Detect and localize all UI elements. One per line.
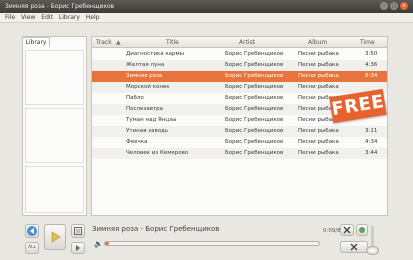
- now-playing-label: Зимняя роза - Борис Гребенщиков: [92, 225, 220, 233]
- window-title: Зимняя роза - Борис Гребенщиков: [5, 3, 115, 10]
- cell-title: Феечка: [126, 139, 148, 145]
- cell-artist: Борис Гребенщиков: [225, 139, 284, 145]
- cell-title: Морской конек: [126, 84, 170, 90]
- cell-time: 3:11: [365, 128, 378, 134]
- play-button[interactable]: [44, 224, 66, 250]
- window-titlebar: Зимняя роза - Борис Гребенщиков – □ ×: [0, 0, 413, 13]
- cell-artist: Борис Гребенщиков: [225, 95, 284, 101]
- cell-artist: Борис Гребенщиков: [225, 62, 284, 68]
- cell-time: 4:34: [365, 139, 378, 145]
- cell-title: Пабло: [126, 95, 144, 101]
- close-icon: [350, 243, 358, 251]
- next-button[interactable]: [71, 242, 85, 254]
- cell-artist: Борис Гребенщиков: [225, 73, 284, 79]
- cell-title: Туман над Янцзы: [126, 117, 177, 123]
- cell-artist: Борис Гребенщиков: [225, 117, 284, 123]
- seek-progress: [105, 242, 110, 245]
- cell-album: Песни рыбака: [298, 128, 339, 134]
- tracklist-table: Track ▲ Title Artist Album Time Диагност…: [91, 36, 388, 216]
- cell-title: Человек из Кемерово: [126, 150, 189, 156]
- close-button[interactable]: ×: [400, 2, 408, 10]
- cell-time: 3:44: [365, 150, 378, 156]
- play-icon: [51, 231, 61, 243]
- table-row[interactable]: Человек из Кемерово Борис Гребенщиков Песн…: [92, 148, 387, 159]
- settings-icon: [359, 227, 365, 233]
- menu-library[interactable]: Library: [59, 13, 80, 22]
- window-controls: – □ ×: [380, 2, 408, 10]
- table-row[interactable]: Желтая луна Борис Гребенщиков Песни рыбака…: [92, 60, 387, 71]
- menu-file[interactable]: File: [5, 13, 15, 22]
- cell-album: Песни рыбака: [298, 150, 339, 156]
- cell-time: 8:34: [365, 73, 378, 79]
- clear-button[interactable]: [340, 224, 354, 236]
- seek-bar[interactable]: [104, 241, 320, 246]
- volume-knob[interactable]: [366, 246, 379, 255]
- minimize-button[interactable]: –: [380, 2, 388, 10]
- repeat-all-button[interactable]: ALL: [25, 242, 39, 254]
- table-header: Track ▲ Title Artist Album Time: [92, 37, 387, 48]
- clear-icon: [343, 226, 351, 234]
- player-bar: ALL Зимняя роза - Борис Гребенщиков 0:09…: [20, 221, 390, 258]
- column-track[interactable]: Track: [96, 37, 112, 48]
- column-time[interactable]: Time: [360, 37, 375, 48]
- playlist-button[interactable]: [71, 224, 85, 238]
- sidebar-section[interactable]: [25, 50, 84, 105]
- cell-artist: Борис Гребенщиков: [225, 106, 284, 112]
- table-row[interactable]: Морской конек Борис Гребенщиков Песни рыба…: [92, 82, 387, 93]
- playlist-icon: [74, 227, 82, 235]
- table-row[interactable]: Утиная заводь Борис Гребенщиков Песни рыба…: [92, 126, 387, 137]
- cell-album: Песни рыбака: [298, 139, 339, 145]
- cell-artist: Борис Гребенщиков: [225, 51, 284, 57]
- cell-time: 4:36: [365, 62, 378, 68]
- cell-artist: Борис Гребенщиков: [225, 128, 284, 134]
- cell-artist: Борис Гребенщиков: [225, 84, 284, 90]
- cell-title: Утиная заводь: [126, 128, 169, 134]
- sidebar-section[interactable]: [25, 108, 84, 163]
- remove-button[interactable]: [340, 241, 368, 253]
- previous-icon: [27, 226, 37, 236]
- cell-album: Песни рыбака: [298, 73, 339, 79]
- cell-album: Песни рыбака: [298, 62, 339, 68]
- maximize-button[interactable]: □: [390, 2, 398, 10]
- column-album[interactable]: Album: [308, 37, 327, 48]
- cell-album: Песни рыбака: [298, 51, 339, 57]
- column-artist[interactable]: Artist: [239, 37, 255, 48]
- settings-button[interactable]: [356, 224, 368, 236]
- sidebar-section[interactable]: [25, 166, 84, 213]
- table-row[interactable]: Зимняя роза Борис Гребенщиков Песни рыбака…: [92, 71, 387, 82]
- cell-artist: Борис Гребенщиков: [225, 150, 284, 156]
- cell-album: Песни рыбака: [298, 84, 339, 90]
- cell-time: 3:50: [365, 51, 378, 57]
- table-row[interactable]: Феечка Борис Гребенщиков Песни рыбака 4:34: [92, 137, 387, 148]
- menu-edit[interactable]: Edit: [41, 13, 53, 22]
- sort-ascending-icon: ▲: [116, 39, 121, 46]
- menu-help[interactable]: Help: [86, 13, 100, 22]
- cell-title: Послезавтра: [126, 106, 164, 112]
- previous-button[interactable]: [25, 224, 39, 238]
- tab-library[interactable]: Library: [22, 37, 50, 47]
- cell-title: Желтая луна: [126, 62, 165, 68]
- speaker-icon: 🔈: [94, 240, 103, 248]
- cell-title: Зимняя роза: [126, 73, 163, 79]
- column-title[interactable]: Title: [166, 37, 179, 48]
- next-icon: [76, 245, 80, 251]
- menu-view[interactable]: View: [21, 13, 35, 22]
- menu-bar: File View Edit Library Help: [0, 13, 413, 23]
- table-row[interactable]: Диагностика кармы Борис Гребенщиков Песни …: [92, 49, 387, 60]
- cell-title: Диагностика кармы: [126, 51, 185, 57]
